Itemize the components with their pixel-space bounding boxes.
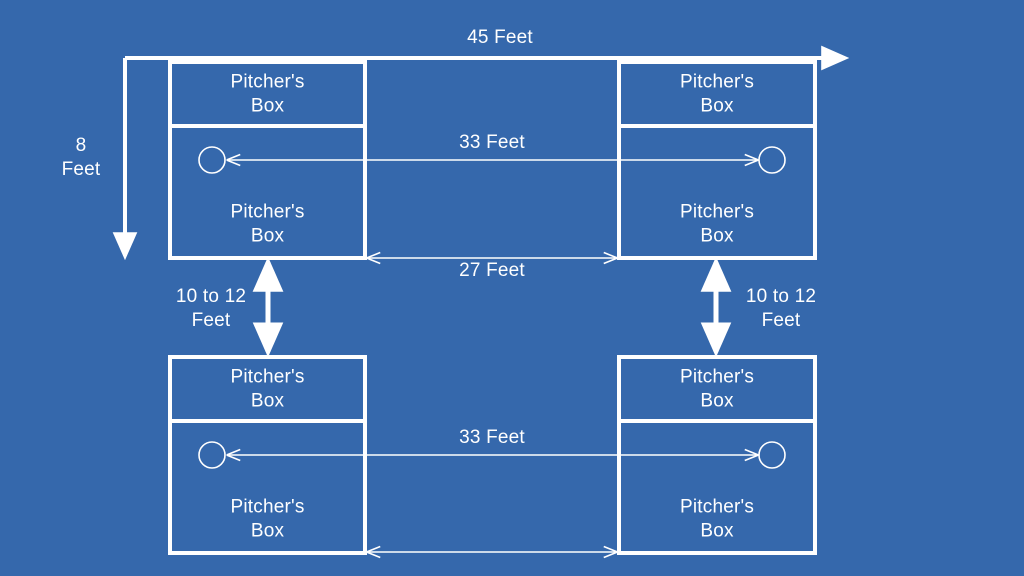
court-top-right-pitchers-box-lower-label: Pitcher's Box [679, 201, 755, 246]
court-bottom-right-stake-area[interactable] [617, 423, 817, 487]
court-bottom-right-pitchers-box-upper-label: Pitcher's Box [679, 366, 755, 411]
court-top-left-pitchers-box-lower[interactable]: Pitcher's Box [168, 192, 367, 260]
court-bottom-left-pitchers-box-lower[interactable]: Pitcher's Box [168, 487, 367, 555]
label-45-feet: 45 Feet [467, 27, 533, 48]
label-8-feet: 8 Feet [61, 135, 101, 181]
court-top-left-pitchers-box-lower-label: Pitcher's Box [230, 201, 305, 246]
court-bottom-right-pitchers-box-lower-label: Pitcher's Box [679, 496, 755, 541]
label-33-feet-bottom: 33 Feet [459, 427, 525, 448]
court-top-right-pitchers-box-upper-label: Pitcher's Box [679, 71, 755, 116]
label-33-feet-top: 33 Feet [459, 132, 525, 153]
court-bottom-left-pitchers-box-upper-label: Pitcher's Box [230, 366, 305, 411]
diagram-canvas: Pitcher's Box Pitcher's Box Pitcher's Bo… [0, 0, 1024, 576]
court-top-left-pitchers-box-upper-label: Pitcher's Box [230, 71, 305, 116]
court-bottom-left-stake-area[interactable] [168, 423, 367, 487]
court-top-left-stake-area[interactable] [168, 128, 367, 192]
court-top-left-pitchers-box-upper[interactable]: Pitcher's Box [168, 60, 367, 128]
court-top-right-pitchers-box-upper[interactable]: Pitcher's Box [617, 60, 817, 128]
court-top-right-pitchers-box-lower[interactable]: Pitcher's Box [617, 192, 817, 260]
court-bottom-right-pitchers-box-upper[interactable]: Pitcher's Box [617, 355, 817, 423]
court-bottom-left-pitchers-box-lower-label: Pitcher's Box [230, 496, 305, 541]
label-27-feet: 27 Feet [459, 260, 525, 281]
court-bottom-left-pitchers-box-upper[interactable]: Pitcher's Box [168, 355, 367, 423]
court-top-right-stake-area[interactable] [617, 128, 817, 192]
label-10-to-12-feet-right: 10 to 12 Feet [745, 286, 817, 332]
label-10-to-12-feet-left: 10 to 12 Feet [175, 286, 247, 332]
court-bottom-right-pitchers-box-lower[interactable]: Pitcher's Box [617, 487, 817, 555]
